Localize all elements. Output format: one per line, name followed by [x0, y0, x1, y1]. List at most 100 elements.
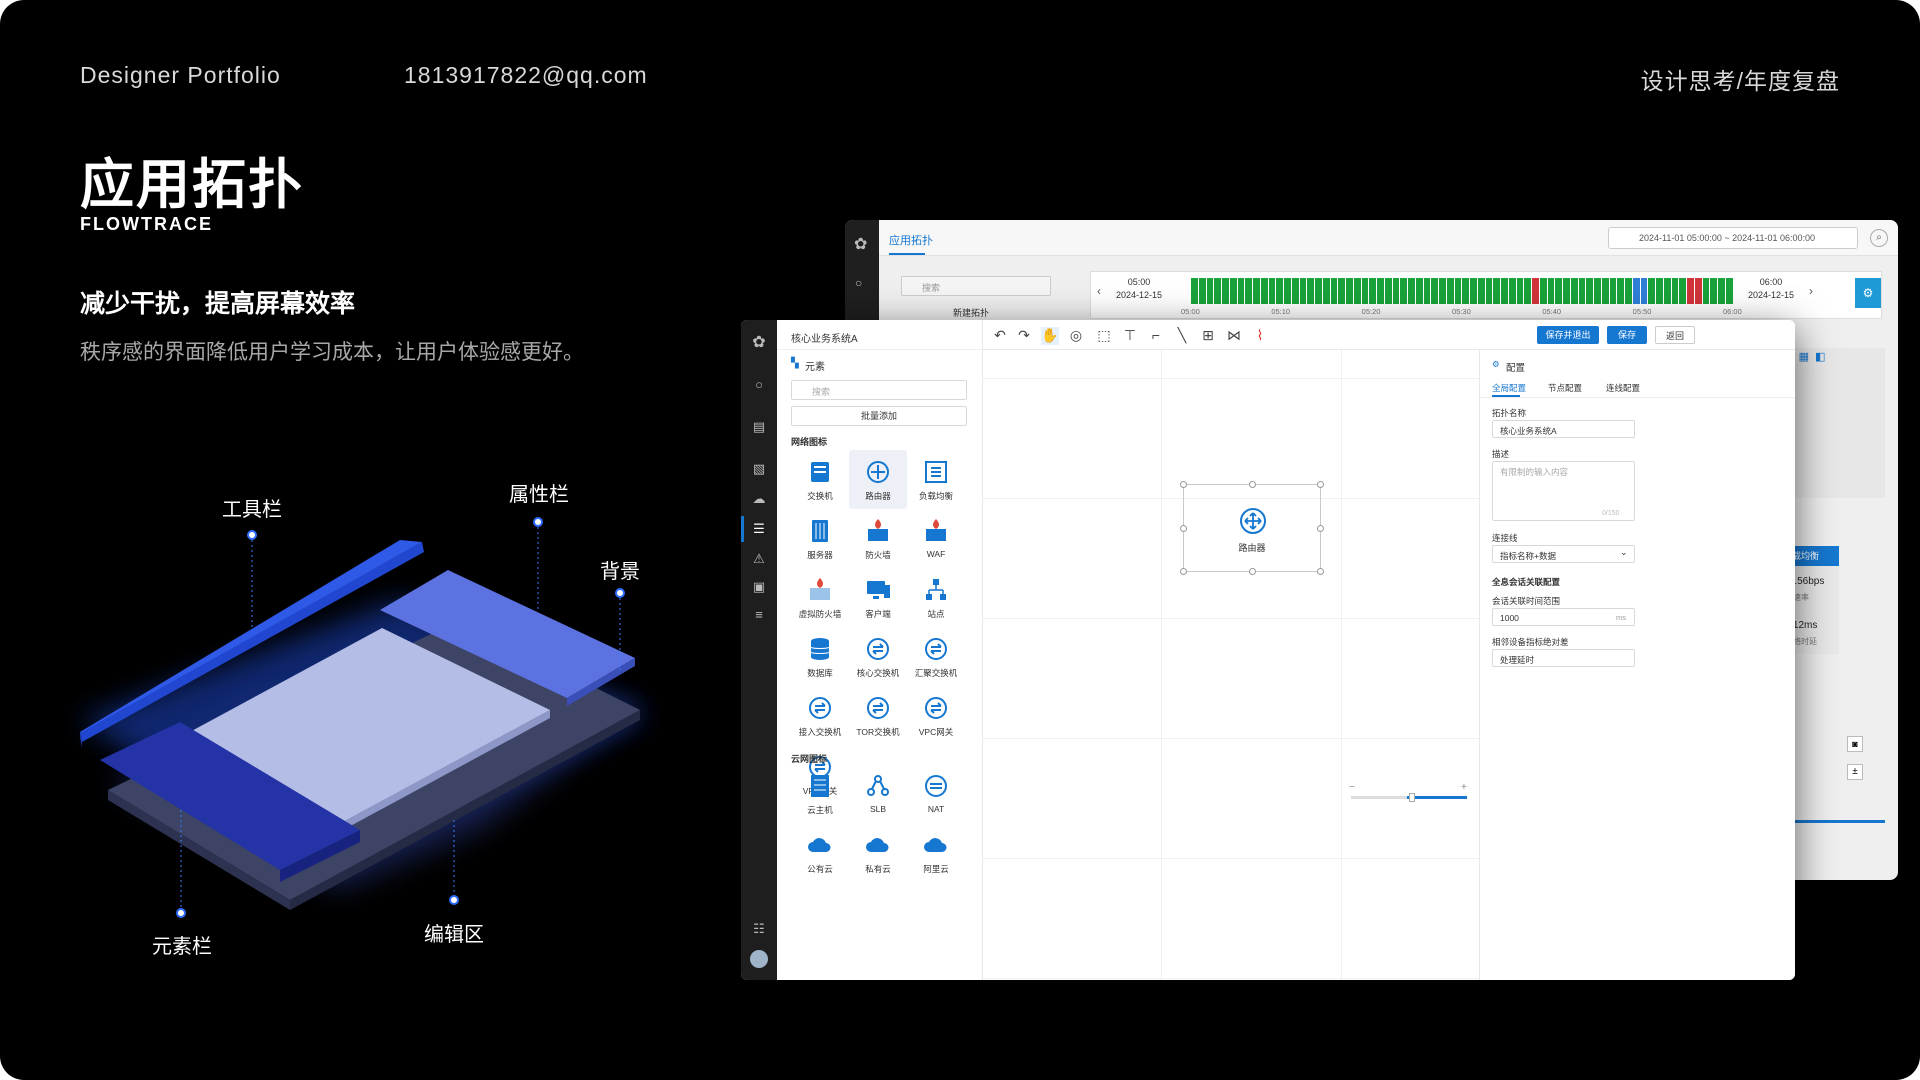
timeline-bar[interactable] [1408, 278, 1415, 304]
tab-node[interactable]: 节点配置 [1548, 382, 1582, 394]
date-range-picker[interactable]: 2024-11-01 05:00:00 ~ 2024-11-01 06:00:0… [1608, 227, 1858, 249]
timeline-bar[interactable] [1361, 278, 1369, 304]
zoom-fit-icon[interactable]: ± [1847, 764, 1863, 780]
element-item[interactable]: 服务器 [791, 509, 849, 568]
element-item[interactable]: VPC网关 [907, 686, 965, 745]
timeline-bar[interactable] [1245, 278, 1252, 304]
element-item[interactable]: 交换机 [791, 450, 849, 509]
timeline-bar[interactable] [1299, 278, 1307, 304]
timeline-bar[interactable] [1392, 278, 1400, 304]
zoom-slider-thumb[interactable] [1409, 793, 1415, 802]
timeline-bar[interactable] [1725, 278, 1733, 304]
zoom-slider[interactable] [1351, 793, 1467, 802]
element-item[interactable]: 客户端 [849, 568, 907, 627]
timeline-bar[interactable] [1663, 278, 1671, 304]
timeline-bar[interactable] [1346, 278, 1353, 304]
element-item[interactable]: 云主机 [791, 764, 849, 823]
timeline-bar[interactable] [1477, 278, 1485, 304]
new-topology-button[interactable]: 新建拓扑 [953, 306, 989, 319]
timeline-bar[interactable] [1423, 278, 1431, 304]
timeline-bar[interactable] [1547, 278, 1555, 304]
locate-icon[interactable]: ◎ [1067, 327, 1085, 345]
resize-handle[interactable] [1317, 568, 1324, 575]
timeline-bar[interactable] [1679, 278, 1686, 304]
timeline-bar[interactable] [1330, 278, 1338, 304]
timeline-bar[interactable] [1687, 278, 1694, 304]
neighbor-input[interactable]: 处理延时 [1492, 649, 1635, 667]
timeline-bar[interactable] [1710, 278, 1717, 304]
line-select[interactable]: 指标名称+数据 [1492, 545, 1635, 563]
avatar[interactable] [750, 950, 768, 968]
prev-icon[interactable]: ‹ [1097, 284, 1101, 298]
timeline-bar[interactable] [1307, 278, 1314, 304]
cloud-icon[interactable]: ☁ [750, 490, 768, 508]
timeline-bar[interactable] [1431, 278, 1438, 304]
element-item[interactable]: 负载均衡 [907, 450, 965, 509]
topology-icon[interactable]: ☰ [750, 520, 768, 538]
refresh-icon[interactable]: ⚙ [1855, 278, 1881, 308]
camera-icon[interactable]: ◙ [1847, 736, 1863, 752]
back-search-input[interactable]: 搜索 [901, 276, 1051, 296]
connector-icon[interactable]: ⌐ [1147, 327, 1165, 345]
redo-icon[interactable]: ↷ [1015, 327, 1033, 345]
grid-icon[interactable]: ▦ [1799, 350, 1809, 363]
timeline-bar[interactable] [1501, 278, 1508, 304]
timeline-bar[interactable] [1470, 278, 1477, 304]
menu-icon[interactable]: ☷ [750, 920, 768, 938]
layout-icon[interactable]: ◧ [1815, 350, 1825, 363]
timeline-bar[interactable] [1268, 278, 1276, 304]
timeline-bar[interactable] [1617, 278, 1624, 304]
element-item[interactable]: 防火墙 [849, 509, 907, 568]
timeline-bar[interactable] [1229, 278, 1237, 304]
resize-handle[interactable] [1249, 568, 1256, 575]
timeline-bar[interactable] [1415, 278, 1423, 304]
chevron-down-icon[interactable]: ⌄ [1620, 547, 1628, 558]
element-item[interactable]: 路由器 [849, 450, 907, 509]
element-item[interactable]: 私有云 [849, 823, 907, 882]
unlink-icon[interactable]: ⌇ [1251, 327, 1269, 345]
timeline-bar[interactable] [1338, 278, 1345, 304]
timeline-bar[interactable] [1594, 278, 1601, 304]
timeline-bar[interactable] [1384, 278, 1392, 304]
timeline-bar[interactable] [1578, 278, 1586, 304]
timeline-bar[interactable] [1694, 278, 1702, 304]
timeline-bar[interactable] [1454, 278, 1462, 304]
search-icon[interactable]: ○ [750, 376, 768, 394]
element-item[interactable]: TOR交换机 [849, 686, 907, 745]
timeline-bar[interactable] [1508, 278, 1516, 304]
report-icon[interactable]: ▣ [750, 578, 768, 596]
resize-handle[interactable] [1180, 568, 1187, 575]
resize-handle[interactable] [1180, 525, 1187, 532]
timeline-bar[interactable] [1439, 278, 1446, 304]
timeline-bar[interactable] [1485, 278, 1493, 304]
grid-icon[interactable]: ⊞ [1199, 327, 1217, 345]
resize-handle[interactable] [1180, 481, 1187, 488]
timeline-bar[interactable] [1291, 278, 1299, 304]
timeline-bar[interactable] [1632, 278, 1640, 304]
timeline-bar[interactable] [1462, 278, 1469, 304]
tab-link[interactable]: 连线配置 [1606, 382, 1640, 394]
element-item[interactable]: 汇聚交换机 [907, 627, 965, 686]
batch-add-button[interactable]: 批量添加 [791, 406, 967, 426]
element-item[interactable]: 公有云 [791, 823, 849, 882]
timeline-bar[interactable] [1532, 278, 1539, 304]
name-input[interactable]: 核心业务系统A [1492, 420, 1635, 438]
timeline-bar[interactable] [1377, 278, 1384, 304]
timeline-bar[interactable] [1400, 278, 1407, 304]
edit-canvas[interactable]: 路由器 − + [983, 350, 1479, 980]
search-icon[interactable]: ○ [855, 276, 862, 290]
timeline-bar[interactable] [1539, 278, 1547, 304]
save-exit-button[interactable]: 保存并退出 [1537, 326, 1599, 344]
element-item[interactable]: 虚拟防火墙 [791, 568, 849, 627]
element-item[interactable]: 核心交换机 [849, 627, 907, 686]
element-item[interactable]: 接入交换机 [791, 686, 849, 745]
back-zoom-slider[interactable] [1795, 820, 1885, 823]
timeline-bar[interactable] [1625, 278, 1632, 304]
search-icon[interactable]: ⌕ [1870, 229, 1888, 247]
next-icon[interactable]: › [1809, 284, 1813, 298]
timeline-bar[interactable] [1648, 278, 1655, 304]
timeline-bar[interactable] [1260, 278, 1268, 304]
tab-global[interactable]: 全局配置 [1492, 382, 1526, 394]
timeline-bar[interactable] [1191, 278, 1198, 304]
timeline-bar[interactable] [1276, 278, 1283, 304]
